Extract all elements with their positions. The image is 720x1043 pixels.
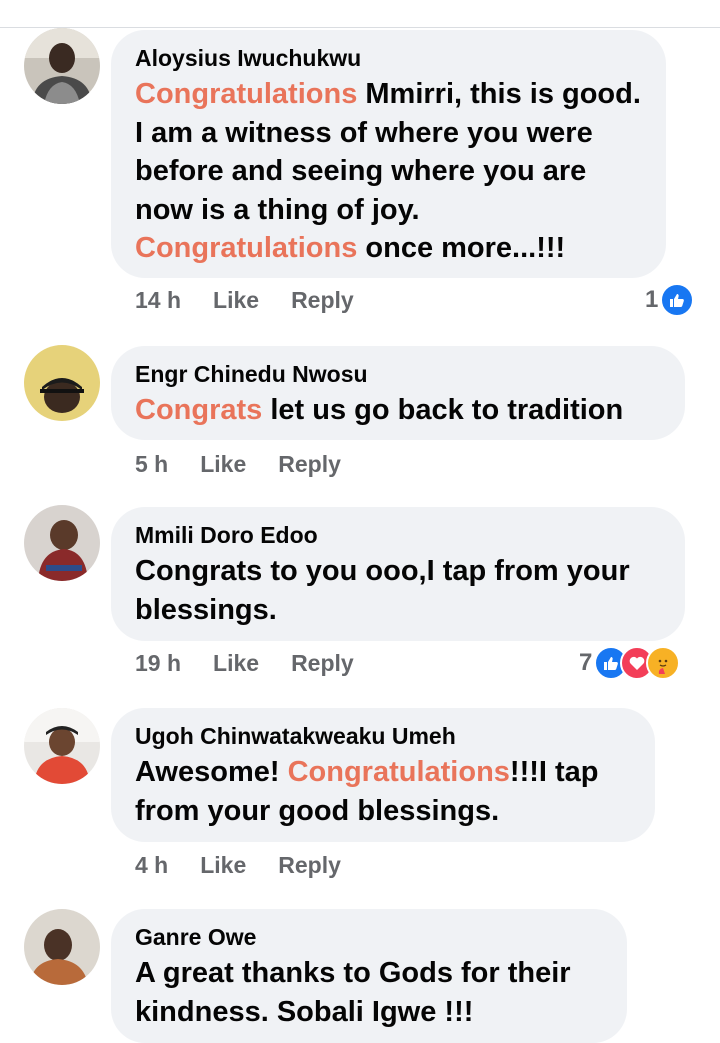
comment-author[interactable]: Ganre Owe xyxy=(135,923,603,951)
comment-author[interactable]: Ugoh Chinwatakweaku Umeh xyxy=(135,722,631,750)
like-link[interactable]: Like xyxy=(213,287,259,314)
highlighted-text[interactable]: Congratulations xyxy=(288,756,510,788)
reply-link[interactable]: Reply xyxy=(278,852,341,879)
like-icon xyxy=(660,283,695,317)
reply-link[interactable]: Reply xyxy=(291,287,354,314)
comment-bubble: Mmili Doro Edoo Congrats to you ooo,I ta… xyxy=(111,507,685,641)
comment-text-part: let us go back to tradition xyxy=(262,394,624,426)
reaction-summary[interactable]: 1 xyxy=(645,283,695,317)
comment-timestamp[interactable]: 5 h xyxy=(135,451,168,478)
comment-author[interactable]: Engr Chinedu Nwosu xyxy=(135,360,661,388)
comment-text-part: Awesome! xyxy=(135,756,288,788)
comment-timestamp[interactable]: 4 h xyxy=(135,852,168,879)
comment-bubble: Engr Chinedu Nwosu Congrats let us go ba… xyxy=(111,346,685,440)
comment-text: Awesome! Congratulations!!!I tap from yo… xyxy=(135,753,631,830)
reply-link[interactable]: Reply xyxy=(291,650,354,677)
avatar[interactable] xyxy=(24,505,100,581)
comment-author[interactable]: Aloysius Iwuchukwu xyxy=(135,44,642,72)
avatar[interactable] xyxy=(24,708,100,784)
comment-text: Congrats let us go back to tradition xyxy=(135,391,661,430)
comment-text: A great thanks to Gods for their kindnes… xyxy=(135,957,571,1028)
comment-timestamp[interactable]: 19 h xyxy=(135,650,181,677)
comment-text: Congratulations Mmirri, this is good. I … xyxy=(135,75,642,268)
avatar[interactable] xyxy=(24,345,100,421)
like-link[interactable]: Like xyxy=(200,451,246,478)
highlighted-text[interactable]: Congratulations xyxy=(135,78,357,110)
top-divider xyxy=(0,27,720,28)
reaction-summary[interactable]: 7 xyxy=(579,646,681,680)
comment-text-part: once more...!!! xyxy=(357,232,566,264)
avatar[interactable] xyxy=(24,28,100,104)
reaction-count: 1 xyxy=(645,286,659,313)
comment-actions: 4 h Like Reply xyxy=(135,852,341,879)
reply-link[interactable]: Reply xyxy=(278,451,341,478)
like-link[interactable]: Like xyxy=(200,852,246,879)
comment-author[interactable]: Mmili Doro Edoo xyxy=(135,521,661,549)
comment-actions: 5 h Like Reply xyxy=(135,451,341,478)
comment-actions: 19 h Like Reply xyxy=(135,650,354,677)
comment-timestamp[interactable]: 14 h xyxy=(135,287,181,314)
comment-actions: 14 h Like Reply xyxy=(135,287,354,314)
highlighted-text[interactable]: Congrats xyxy=(135,394,262,426)
care-icon xyxy=(646,646,681,680)
avatar[interactable] xyxy=(24,909,100,985)
comment-text: Congrats to you ooo,I tap from your bles… xyxy=(135,555,630,626)
like-link[interactable]: Like xyxy=(213,650,259,677)
reaction-count: 7 xyxy=(579,649,593,676)
comment-bubble: Aloysius Iwuchukwu Congratulations Mmirr… xyxy=(111,30,666,278)
highlighted-text[interactable]: Congratulations xyxy=(135,232,357,264)
comment-bubble: Ugoh Chinwatakweaku Umeh Awesome! Congra… xyxy=(111,708,655,842)
